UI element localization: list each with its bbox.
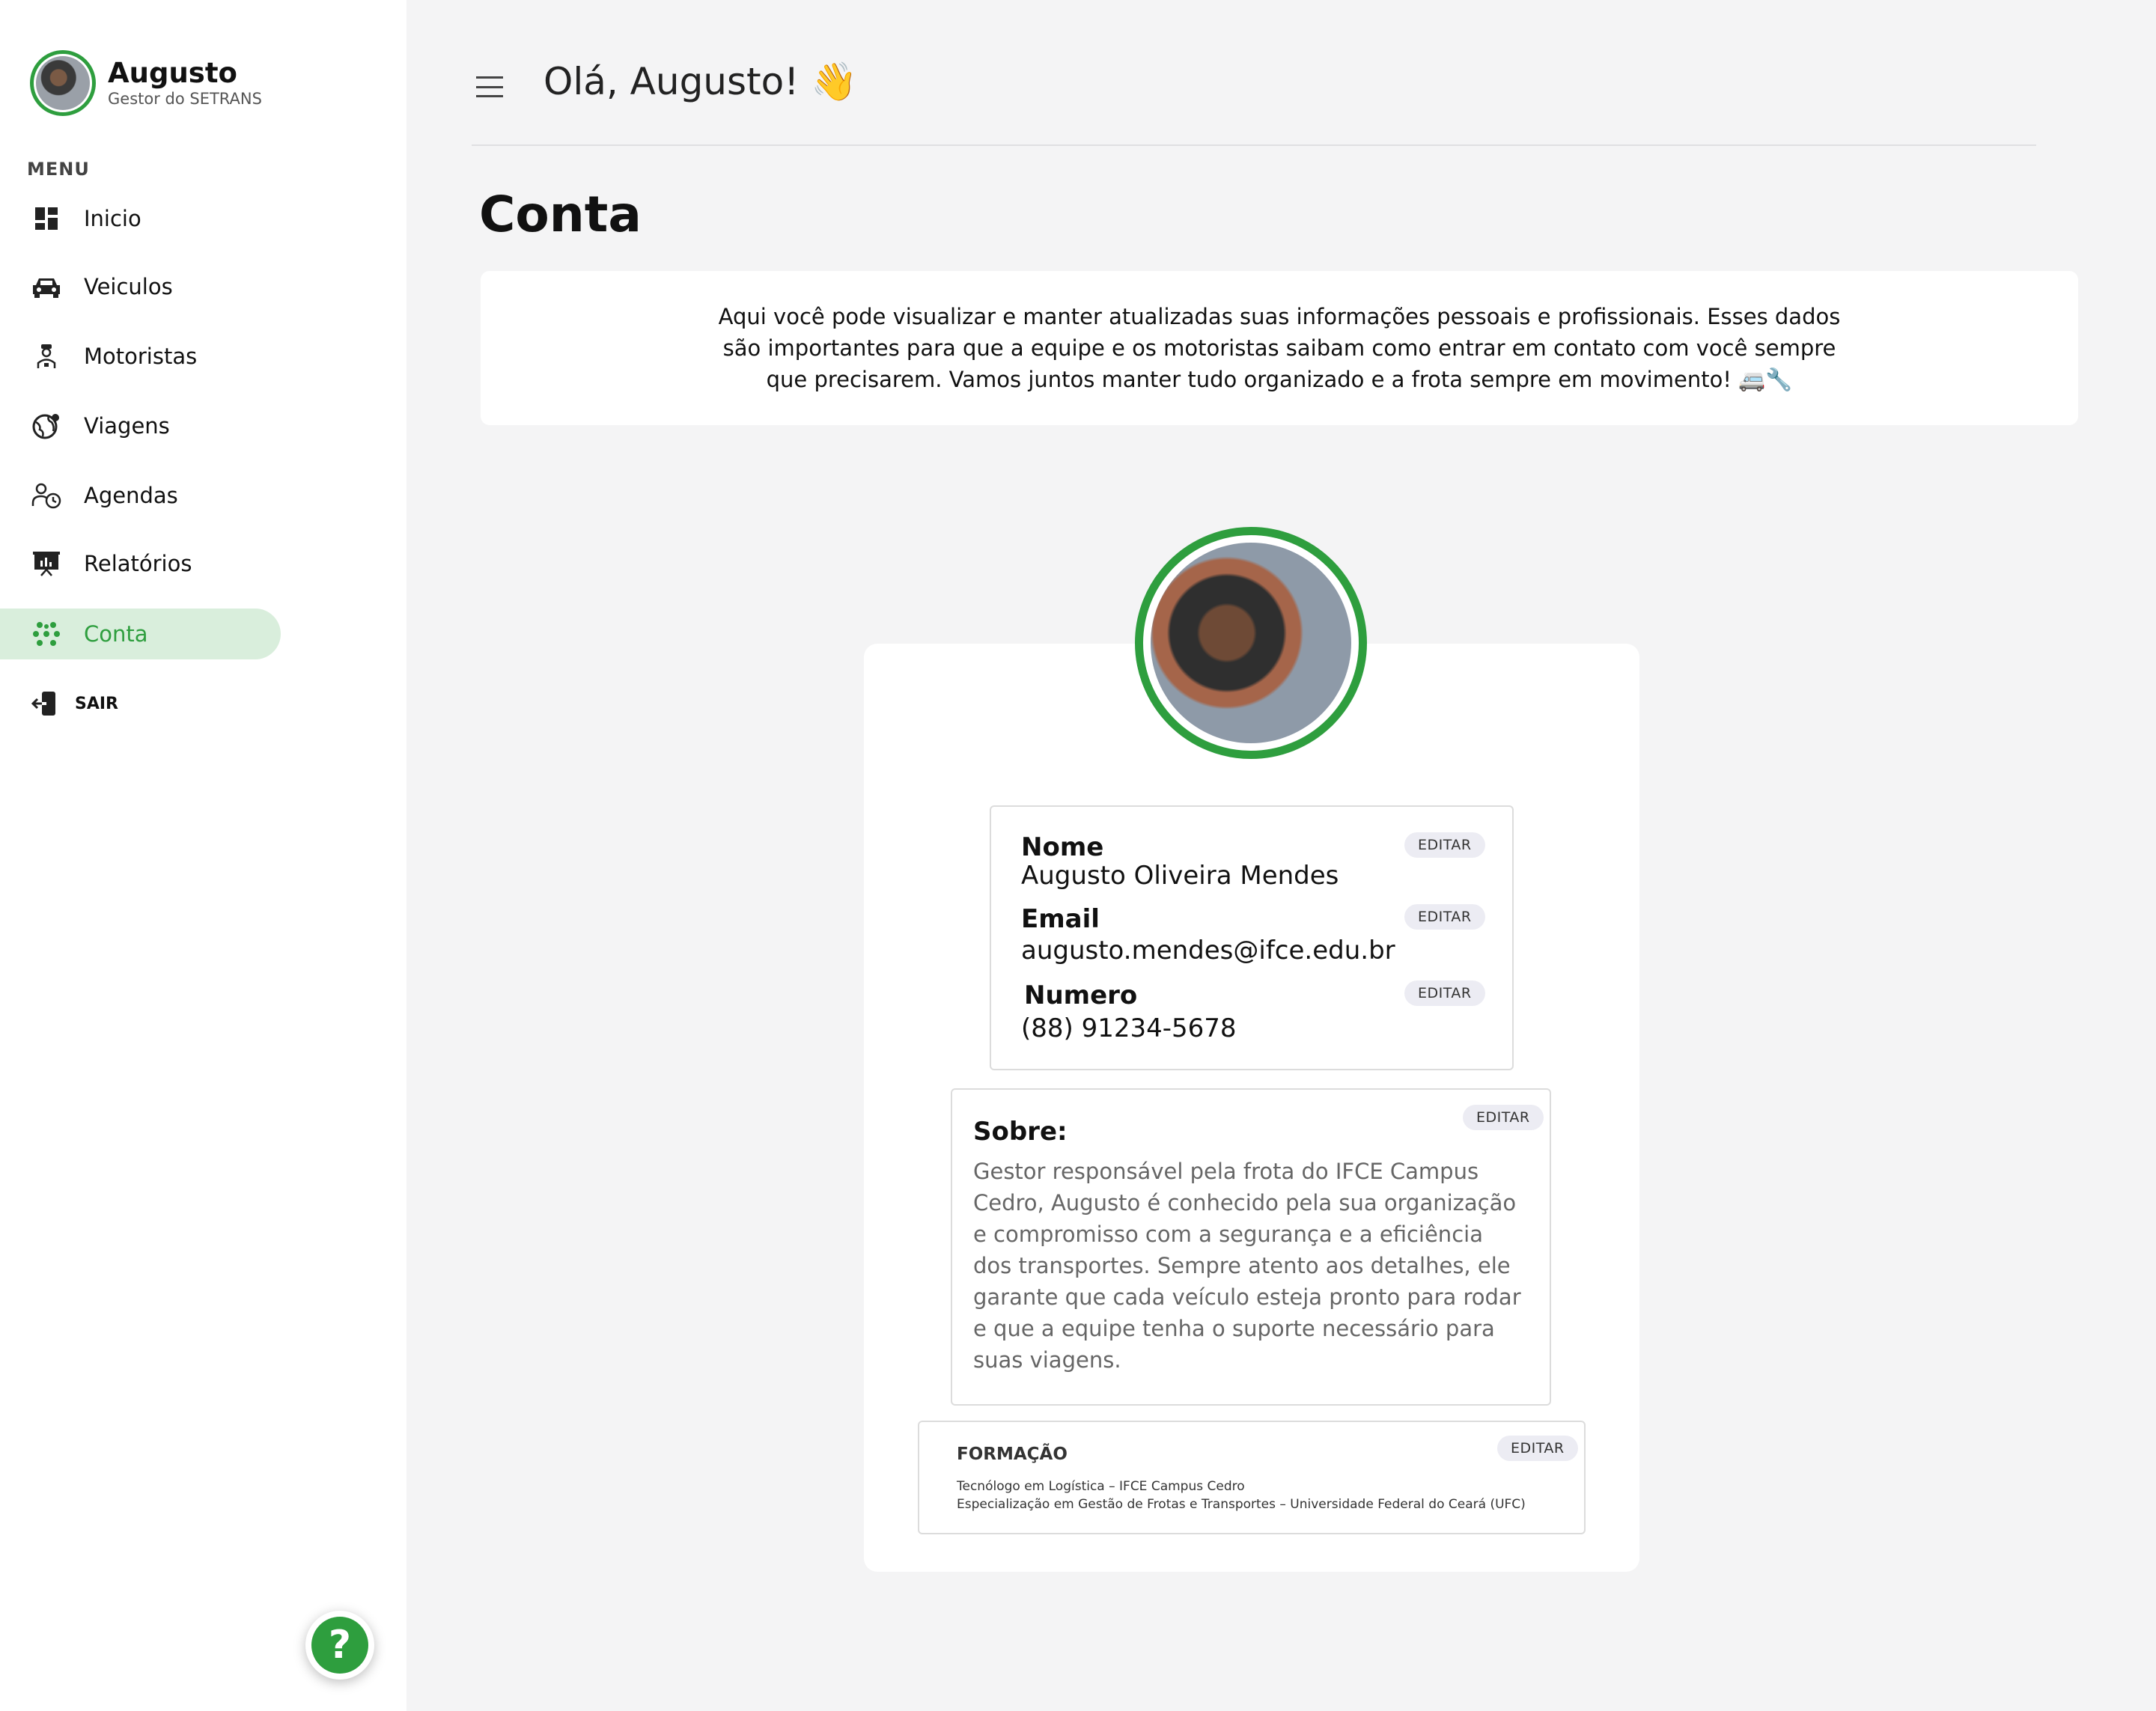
sidebar-profile[interactable]: Augusto Gestor do SETRANS <box>30 46 262 120</box>
phone-label: Numero <box>1024 980 1138 1010</box>
logout-button[interactable]: SAIR <box>30 689 118 719</box>
dashboard-icon <box>30 202 63 235</box>
education-box: FORMAÇÃO Tecnólogo em Logística – IFCE C… <box>918 1421 1586 1534</box>
logout-label: SAIR <box>75 694 118 713</box>
schedule-icon <box>30 479 63 512</box>
globe-icon <box>30 409 63 442</box>
sidebar-item-label: Viagens <box>84 413 170 439</box>
edit-education-button[interactable]: EDITAR <box>1497 1436 1578 1461</box>
intro-text: Aqui você pode visualizar e manter atual… <box>718 304 1841 392</box>
education-item: Tecnólogo em Logística – IFCE Campus Ced… <box>957 1479 1245 1494</box>
education-item: Especialização em Gestão de Frotas e Tra… <box>957 1497 1526 1512</box>
profile-photo[interactable] <box>1135 527 1367 759</box>
sidebar-item-label: Agendas <box>84 483 178 508</box>
car-icon <box>30 270 63 303</box>
greeting: Olá, Augusto! 👋 <box>543 60 858 103</box>
sidebar: Augusto Gestor do SETRANS MENU Inicio Ve… <box>0 0 406 1711</box>
sidebar-item-motoristas[interactable]: Motoristas <box>0 331 281 382</box>
sidebar-item-conta[interactable]: Conta <box>0 609 281 659</box>
sidebar-item-relatorios[interactable]: Relatórios <box>0 538 281 589</box>
contact-info-box: Nome Augusto Oliveira Mendes EDITAR Emai… <box>990 805 1514 1070</box>
sidebar-item-veiculos[interactable]: Veiculos <box>0 261 281 312</box>
header-divider <box>472 144 2036 146</box>
profile-role: Gestor do SETRANS <box>108 90 262 108</box>
profile-name: Augusto <box>108 57 237 89</box>
edit-about-button[interactable]: EDITAR <box>1463 1105 1544 1130</box>
driver-icon <box>30 340 63 373</box>
about-box: Sobre: Gestor responsável pela frota do … <box>951 1088 1551 1406</box>
page-title: Conta <box>479 186 642 243</box>
sidebar-item-label: Relatórios <box>84 551 192 576</box>
name-label: Nome <box>1021 832 1104 862</box>
avatar <box>30 50 96 116</box>
sidebar-item-label: Inicio <box>84 206 141 231</box>
education-label: FORMAÇÃO <box>957 1445 1068 1464</box>
sidebar-item-agendas[interactable]: Agendas <box>0 470 281 521</box>
sidebar-item-inicio[interactable]: Inicio <box>0 193 281 244</box>
help-button[interactable]: ? <box>305 1611 374 1680</box>
edit-name-button[interactable]: EDITAR <box>1404 832 1485 858</box>
sidebar-item-viagens[interactable]: Viagens <box>0 400 281 451</box>
help-icon: ? <box>311 1617 368 1674</box>
email-label: Email <box>1021 904 1100 934</box>
name-value: Augusto Oliveira Mendes <box>1021 861 1339 891</box>
sidebar-item-label: Conta <box>84 621 148 647</box>
menu-toggle-icon[interactable] <box>476 76 503 97</box>
account-dots-icon <box>30 617 63 650</box>
email-value: augusto.mendes@ifce.edu.br <box>1021 936 1395 966</box>
intro-panel: Aqui você pode visualizar e manter atual… <box>481 271 2078 425</box>
menu-label: MENU <box>27 159 90 180</box>
about-text: Gestor responsável pela frota do IFCE Ca… <box>973 1159 1521 1373</box>
presentation-chart-icon <box>30 547 63 580</box>
edit-email-button[interactable]: EDITAR <box>1404 904 1485 930</box>
sidebar-item-label: Veiculos <box>84 274 173 299</box>
sidebar-item-label: Motoristas <box>84 344 198 369</box>
logout-icon <box>30 689 60 719</box>
edit-phone-button[interactable]: EDITAR <box>1404 980 1485 1006</box>
phone-value: (88) 91234-5678 <box>1021 1013 1237 1043</box>
about-label: Sobre: <box>973 1117 1068 1147</box>
